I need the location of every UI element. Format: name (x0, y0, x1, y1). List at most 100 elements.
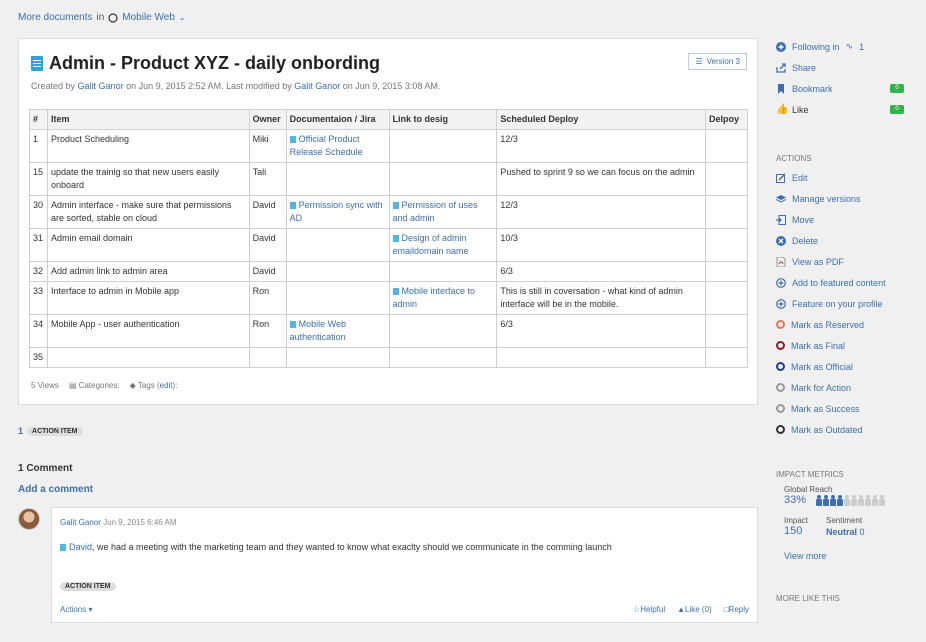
action-item-count[interactable]: 1 ACTION ITEM (18, 426, 83, 436)
created-on-text: on Jun 9, 2015 2:52 AM. Last modified by (126, 81, 292, 91)
table-cell (285, 347, 390, 368)
following-button[interactable]: Following in ∿ 1 (776, 36, 916, 57)
actions-heading: ACTIONS (776, 154, 812, 163)
mark-label: Mark for Action (791, 382, 852, 393)
like-label: Like (0) (685, 605, 712, 614)
page-title: Admin - Product XYZ - daily onbording (31, 53, 380, 74)
ring-icon (776, 383, 785, 392)
tags-end: ): (172, 381, 178, 390)
table-cell: 31 (29, 228, 48, 262)
thumbs-up-icon: 👍 (776, 103, 789, 115)
comment-author-link[interactable]: Galit Ganor (60, 518, 101, 527)
manage-versions-action[interactable]: Manage versions (776, 188, 916, 209)
design-link[interactable]: Permission of uses and admin (393, 200, 478, 223)
design-link[interactable]: Design of admin emaildomain name (393, 233, 469, 256)
mark-label: Mark as Reserved (791, 319, 865, 330)
table-cell (704, 228, 749, 262)
sentiment-value: Neutral (826, 527, 858, 537)
actions-label: Actions (60, 605, 87, 614)
pdf-icon (776, 256, 786, 267)
comment-actions-menu[interactable]: Actions ▾ (60, 605, 92, 614)
mention-link[interactable]: David (69, 542, 92, 552)
document-icon (392, 235, 399, 242)
mark-action-action[interactable]: Mark for Action (776, 377, 916, 398)
mark-outdated-action[interactable]: Mark as Outdated (776, 419, 916, 440)
table-link-cell[interactable]: Permission sync with AD (285, 195, 390, 229)
like-button[interactable]: ▲Like (0) (677, 605, 712, 614)
mark-reserved-action[interactable]: Mark as Reserved (776, 314, 916, 335)
table-cell (704, 281, 749, 315)
table-header: Owner (248, 109, 287, 130)
table-cell: Admin interface - make sure that permiss… (46, 195, 250, 229)
table-cell (704, 129, 749, 163)
table-link-cell[interactable]: Design of admin emaildomain name (388, 228, 498, 262)
reply-button[interactable]: □Reply (724, 605, 749, 614)
bookmark-button[interactable]: Bookmark 0 (776, 78, 916, 99)
comment-date: Jun 9, 2015 6:46 AM (103, 518, 177, 527)
sentiment-score: 0 (859, 527, 865, 537)
more-documents-link[interactable]: More documents (18, 12, 92, 23)
doc-link[interactable]: Permission sync with AD (290, 200, 383, 223)
mark-official-action[interactable]: Mark as Official (776, 356, 916, 377)
plus-circle-icon (776, 298, 786, 309)
table-link-cell[interactable]: Mobile Web authentication (285, 314, 390, 348)
add-featured-action[interactable]: Add to featured content (776, 272, 916, 293)
table-row: 1 Product Scheduling Miki Official Produ… (29, 129, 749, 163)
version-button[interactable]: ☰ Version 3 (688, 53, 747, 70)
mark-success-action[interactable]: Mark as Success (776, 398, 916, 419)
table-row: 30 Admin interface - make sure that perm… (29, 195, 749, 229)
view-pdf-action[interactable]: View as PDF (776, 251, 916, 272)
add-comment-link[interactable]: Add a comment (18, 484, 93, 495)
mark-label: Mark as Success (791, 403, 860, 414)
table-cell (388, 261, 498, 282)
table-cell: 12/3 (496, 129, 706, 163)
edit-action[interactable]: Edit (776, 167, 916, 188)
table-row: 35 (29, 347, 749, 368)
ring-icon (776, 425, 785, 434)
impact-metrics-heading: IMPACT METRICS (776, 470, 844, 479)
table-cell (248, 347, 287, 368)
doc-link[interactable]: Mobile Web authentication (290, 319, 346, 342)
share-button[interactable]: Share (776, 57, 916, 78)
feature-profile-action[interactable]: Feature on your profile (776, 293, 916, 314)
table-link-cell[interactable]: Official Product Release Schedule (285, 129, 390, 163)
tags-label: Tags ( (137, 381, 160, 390)
table-link-cell[interactable]: Mobile interface to admin (388, 281, 498, 315)
delete-action[interactable]: Delete (776, 230, 916, 251)
helpful-label: Helpful (640, 605, 666, 614)
like-count-badge: 0 (890, 105, 904, 114)
creator-link[interactable]: Galit Ganor (78, 81, 124, 91)
move-action[interactable]: Move (776, 209, 916, 230)
table-cell (388, 314, 498, 348)
table-row: 15 update the trainig so that new users … (29, 162, 749, 196)
table-header-row: # Item Owner Documentaion / Jira Link to… (29, 109, 749, 130)
document-icon (289, 136, 296, 143)
table-cell (388, 162, 498, 196)
avatar[interactable] (18, 508, 40, 530)
mark-final-action[interactable]: Mark as Final (776, 335, 916, 356)
edit-tags-link[interactable]: edit (160, 381, 173, 390)
table-cell (285, 281, 390, 315)
view-more-link[interactable]: View more (784, 551, 826, 561)
bookmark-count-badge: 0 (890, 84, 904, 93)
table-cell (704, 261, 749, 282)
following-label: Following in (792, 41, 840, 52)
helpful-button[interactable]: ☆Helpful (633, 605, 665, 614)
edit-icon (776, 172, 786, 183)
table-link-cell[interactable]: Permission of uses and admin (388, 195, 498, 229)
impact-metrics: Global Reach 33% Impact 150 Sentiment Ne… (776, 485, 916, 561)
mark-label: Mark as Final (791, 340, 846, 351)
space-link[interactable]: Mobile Web (122, 12, 175, 23)
document-icon (289, 321, 296, 328)
table-cell: 6/3 (496, 261, 706, 282)
table-header: Scheduled Deploy (496, 109, 706, 130)
document-card: Admin - Product XYZ - daily onbording ☰ … (18, 38, 758, 405)
ring-icon (776, 362, 785, 371)
like-sidebar-button[interactable]: 👍 Like 0 (776, 99, 916, 120)
design-link[interactable]: Mobile interface to admin (393, 286, 476, 309)
sidebar: Following in ∿ 1 Share Bookmark 0 👍 Like… (776, 36, 916, 607)
chevron-down-icon[interactable]: ⌄ (179, 13, 186, 22)
doc-link[interactable]: Official Product Release Schedule (290, 134, 363, 157)
table-header: Item (46, 109, 250, 130)
modifier-link[interactable]: Galit Ganor (294, 81, 340, 91)
